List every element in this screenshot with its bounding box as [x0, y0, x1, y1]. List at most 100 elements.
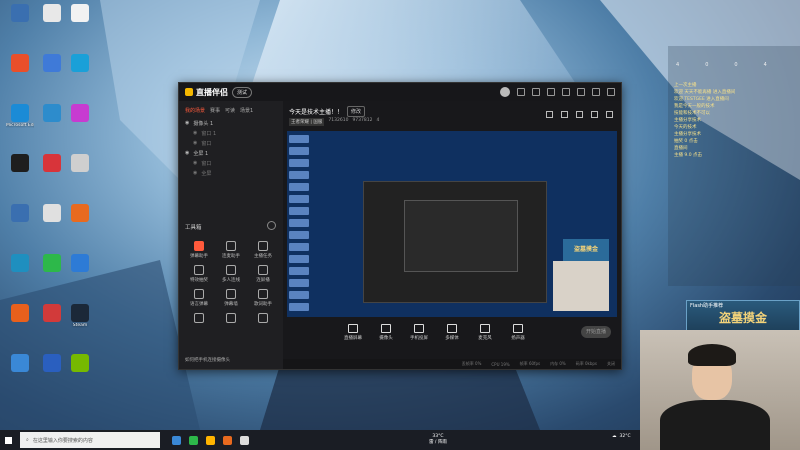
status-item: 丢帧率 0% — [461, 361, 482, 366]
desktop-icon[interactable] — [6, 304, 34, 323]
tool-item[interactable]: 连屏播 — [247, 265, 279, 283]
layout-icon[interactable] — [576, 111, 583, 118]
pinned-app-icon[interactable] — [189, 435, 198, 445]
desktop-icon[interactable] — [6, 354, 34, 373]
tool-item[interactable] — [247, 313, 279, 325]
tray-weather[interactable]: ☁ 32°C — [612, 434, 631, 439]
pinned-app-icon[interactable] — [240, 435, 249, 445]
shop-icon[interactable] — [561, 111, 568, 118]
taskbar: ⌕ 在这里输入你要搜索的内容 33°C 雷 / 阵雨 — [0, 430, 640, 450]
app-icon — [43, 104, 61, 122]
eye-icon[interactable]: ◉ — [193, 140, 197, 146]
pinned-app-icon[interactable] — [172, 435, 181, 445]
eye-icon[interactable]: ◉ — [193, 170, 197, 176]
pinned-app-icon[interactable] — [223, 435, 232, 445]
start-button[interactable] — [0, 430, 16, 450]
desktop-icon[interactable] — [38, 304, 66, 323]
status-item: 关闭 — [607, 361, 615, 366]
desktop-icon[interactable] — [38, 154, 66, 173]
tool-item[interactable]: 语言弹幕 — [183, 289, 215, 307]
tool-item[interactable]: 多人连线 — [215, 265, 247, 283]
edit-title-button[interactable]: 修改 — [347, 106, 366, 117]
left-panel: 我的场景 赛事 可读 场景1 ◉ 摄像头 1 ◉ 窗口 1 ◉ 窗口 ◉ 全屏 1 ◉ 窗口 ◉ 全屏 工具… — [179, 101, 283, 369]
scene-tab[interactable]: 我的场景 — [185, 107, 205, 114]
tool-icon — [194, 241, 204, 251]
desktop-icon[interactable] — [6, 4, 34, 23]
maximize-icon[interactable] — [592, 88, 600, 96]
desktop-icon[interactable] — [66, 154, 94, 173]
live-preview[interactable]: 盗墓摸金 — [287, 131, 617, 317]
scene-item[interactable]: ◉ 摄像头 1 — [185, 118, 277, 128]
scene-tab[interactable]: 场景1 — [240, 107, 253, 114]
menu-icon[interactable] — [562, 88, 570, 96]
live-companion-window[interactable]: 直播伴侣 测试 我的场景 赛事 可读 场景1 ◉ 摄像头 1 ◉ 窗口 1 ◉ 窗口 ◉ 全屏 1 ◉… — [178, 82, 622, 370]
connect-phone-tip[interactable]: 如何把手机连接摄像头 — [185, 357, 230, 363]
pinned-app-icon[interactable] — [206, 435, 215, 445]
scene-item[interactable]: ◉ 全屏 1 — [185, 148, 277, 158]
desktop-icon[interactable] — [38, 54, 66, 73]
desktop-icon[interactable] — [38, 4, 66, 23]
tool-item[interactable]: 弹幕助手 — [183, 241, 215, 259]
screenshot-icon[interactable] — [591, 111, 598, 118]
eye-icon[interactable]: ◉ — [185, 150, 189, 156]
message-icon[interactable] — [517, 88, 525, 96]
desktop-icon[interactable] — [66, 104, 94, 123]
eye-icon[interactable]: ◉ — [193, 160, 197, 166]
desktop-icon[interactable] — [38, 354, 66, 373]
desktop-icon[interactable] — [6, 54, 34, 73]
start-live-button[interactable]: 开始直播 — [581, 326, 611, 338]
test-badge-button[interactable]: 测试 — [232, 86, 253, 98]
scene-item[interactable]: ◉ 窗口 — [185, 158, 277, 168]
desktop-icon-label: Steam — [72, 323, 88, 328]
share-icon[interactable] — [546, 111, 553, 118]
desktop-icon[interactable]: Steam — [66, 304, 94, 328]
scene-tab[interactable]: 赛事 — [210, 107, 220, 114]
viewer-count: 9737812 — [352, 118, 373, 123]
eye-icon[interactable]: ◉ — [193, 130, 197, 136]
minimize-icon[interactable] — [577, 88, 585, 96]
user-avatar[interactable] — [500, 87, 510, 97]
source-action[interactable]: 手机投屏 — [409, 323, 429, 341]
tool-item[interactable] — [215, 313, 247, 325]
tool-item[interactable]: 连麦助手 — [215, 241, 247, 259]
tool-item[interactable]: 歌词助手 — [247, 289, 279, 307]
desktop-icon[interactable] — [38, 104, 66, 123]
scene-item[interactable]: ◉ 窗口 1 — [185, 128, 277, 138]
desktop-icon[interactable] — [6, 204, 34, 223]
taskbar-weather[interactable]: 33°C 雷 / 阵雨 — [429, 434, 447, 446]
desktop-icon[interactable] — [6, 254, 34, 273]
skin-icon[interactable] — [547, 88, 555, 96]
source-action[interactable]: 直播屏幕 — [343, 323, 363, 341]
tool-item[interactable]: 弹幕墙 — [215, 289, 247, 307]
desktop-icon[interactable] — [66, 204, 94, 223]
taskbar-search[interactable]: ⌕ 在这里输入你要搜索的内容 — [20, 432, 160, 448]
close-icon[interactable] — [607, 88, 615, 96]
counter-4: 4 — [763, 62, 767, 68]
desktop-icon[interactable]: Microsoft Edge — [6, 104, 34, 128]
desktop-icon[interactable] — [6, 154, 34, 173]
source-action[interactable]: 多媒体 — [442, 323, 462, 341]
desktop-icon[interactable] — [66, 4, 94, 23]
tool-label: 弹幕助手 — [190, 254, 208, 259]
source-action[interactable]: 麦克风 — [475, 323, 495, 341]
scene-item[interactable]: ◉ 窗口 — [185, 138, 277, 148]
title-bar[interactable]: 直播伴侣 测试 — [179, 83, 621, 101]
settings-icon[interactable] — [532, 88, 540, 96]
desktop-icon[interactable] — [66, 354, 94, 373]
category-tag[interactable]: 王者荣耀 | 国服 — [289, 118, 325, 126]
toolbox-add-icon[interactable] — [267, 221, 276, 230]
scene-item[interactable]: ◉ 全屏 — [185, 168, 277, 178]
tool-item[interactable] — [183, 313, 215, 325]
source-action[interactable]: 摄像头 — [376, 323, 396, 341]
more-icon[interactable] — [606, 111, 613, 118]
desktop-icon[interactable] — [38, 204, 66, 223]
desktop-icon[interactable] — [66, 54, 94, 73]
preview-nested-window-2 — [404, 200, 518, 272]
eye-icon[interactable]: ◉ — [185, 120, 189, 126]
desktop-icon[interactable] — [66, 254, 94, 273]
desktop-icon[interactable] — [38, 254, 66, 273]
source-action[interactable]: 扬声器 — [508, 323, 528, 341]
tool-item[interactable]: 特效抽奖 — [183, 265, 215, 283]
scene-tab[interactable]: 可读 — [225, 107, 235, 114]
tool-item[interactable]: 主播任务 — [247, 241, 279, 259]
